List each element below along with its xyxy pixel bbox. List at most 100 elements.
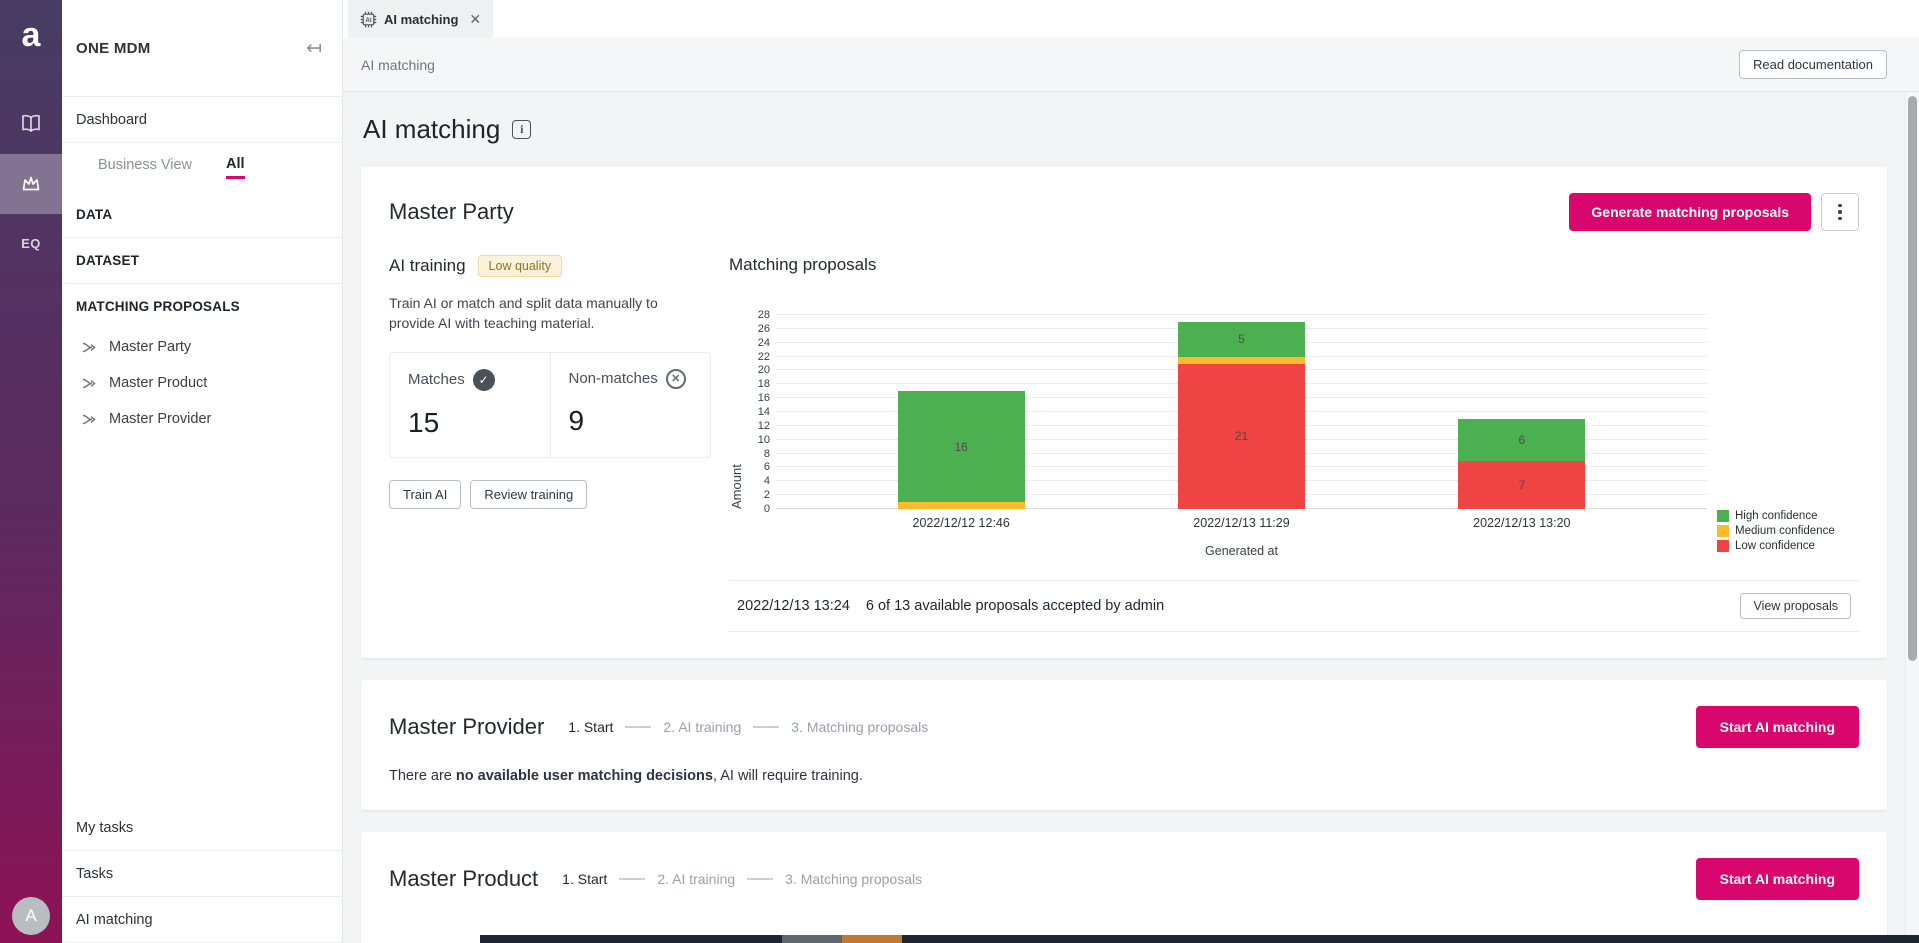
x-tick-label: 2022/12/12 12:46 bbox=[821, 516, 1101, 530]
y-axis-ticks: 0246810121416182022242628 bbox=[744, 315, 776, 509]
x-axis-ticks: 2022/12/12 12:462022/12/13 11:292022/12/… bbox=[776, 516, 1707, 530]
catalog-book-icon[interactable] bbox=[0, 94, 62, 154]
review-training-button[interactable]: Review training bbox=[470, 480, 587, 509]
message-suffix: , AI will require training. bbox=[713, 768, 863, 784]
legend-item: Low confidence bbox=[1717, 540, 1859, 552]
strip-segment-gray bbox=[782, 935, 842, 943]
ai-training-column: AI training Low quality Train AI or matc… bbox=[389, 255, 711, 632]
info-icon[interactable]: i bbox=[512, 120, 531, 139]
merge-arrow-icon bbox=[82, 340, 97, 355]
step-matching-proposals: 3. Matching proposals bbox=[791, 719, 928, 735]
non-matches-cell: Non-matches ✕ 9 bbox=[550, 353, 711, 457]
breadcrumb-bar: AI matching Read documentation bbox=[343, 38, 1919, 92]
product-stepper: 1. Start 2. AI training 3. Matching prop… bbox=[562, 871, 922, 887]
master-product-card: Master Product 1. Start 2. AI training 3… bbox=[361, 832, 1887, 943]
chart-legend: High confidence Medium confidence Low conf… bbox=[1707, 507, 1859, 552]
y-axis-label: Amount bbox=[729, 315, 744, 509]
sidebar-section-matching-proposals[interactable]: MATCHING PROPOSALS bbox=[62, 283, 342, 329]
matches-label: Matches bbox=[408, 371, 465, 388]
step-connector bbox=[753, 726, 779, 728]
sidebar-section-dataset[interactable]: DATASET bbox=[62, 237, 342, 283]
bottom-window-strip bbox=[480, 935, 1919, 943]
bar-slot: 215 bbox=[1101, 315, 1381, 509]
svg-text:AI: AI bbox=[365, 17, 371, 24]
app-title: ONE MDM bbox=[76, 40, 151, 57]
y-tick-label: 6 bbox=[764, 461, 770, 473]
message-bold: no available user matching decisions bbox=[456, 768, 713, 784]
bar-segment-medium-confidence bbox=[898, 502, 1025, 509]
stacked-bar[interactable]: 16 bbox=[898, 391, 1025, 509]
sidebar-item-dashboard[interactable]: Dashboard bbox=[62, 97, 342, 143]
legend-swatch bbox=[1717, 540, 1729, 552]
ai-training-heading-row: AI training Low quality bbox=[389, 255, 711, 277]
y-tick-label: 26 bbox=[758, 323, 770, 335]
sidebar-item-my-tasks[interactable]: My tasks bbox=[62, 805, 342, 851]
start-ai-matching-button-provider[interactable]: Start AI matching bbox=[1696, 706, 1859, 748]
sidebar-item-master-party[interactable]: Master Party bbox=[62, 329, 342, 365]
strip-segment-orange bbox=[842, 935, 902, 943]
app-root: a EQ A ONE MDM ↤ Dashboard bbox=[0, 0, 1919, 943]
matching-proposals-heading: Matching proposals bbox=[729, 255, 1859, 275]
view-proposals-button[interactable]: View proposals bbox=[1740, 593, 1851, 619]
proposal-timestamp: 2022/12/13 13:24 bbox=[737, 598, 850, 614]
page-title-row: AI matching i bbox=[363, 114, 1887, 145]
sidebar-section-data[interactable]: DATA bbox=[62, 191, 342, 237]
training-buttons: Train AI Review training bbox=[389, 480, 711, 509]
y-tick-label: 12 bbox=[758, 420, 770, 432]
tab-business-view[interactable]: Business View bbox=[98, 157, 192, 177]
y-tick-label: 22 bbox=[758, 351, 770, 363]
mdm-crown-icon[interactable] bbox=[0, 154, 62, 214]
tab-all[interactable]: All bbox=[226, 156, 245, 179]
legend-label: High confidence bbox=[1735, 510, 1817, 522]
app-logo[interactable]: a bbox=[22, 18, 41, 52]
legend-item: High confidence bbox=[1717, 510, 1859, 522]
start-ai-matching-button-product[interactable]: Start AI matching bbox=[1696, 858, 1859, 900]
tab-ai-matching[interactable]: AI AI matching ✕ bbox=[348, 0, 493, 38]
sidebar-item-ai-matching[interactable]: AI matching bbox=[62, 897, 342, 943]
sidebar-item-tasks[interactable]: Tasks bbox=[62, 851, 342, 897]
merge-arrow-icon bbox=[82, 376, 97, 391]
master-provider-title: Master Provider bbox=[389, 714, 544, 740]
non-matches-label-row: Non-matches ✕ bbox=[569, 369, 711, 389]
user-avatar[interactable]: A bbox=[12, 897, 50, 935]
y-tick-label: 0 bbox=[764, 503, 770, 515]
matches-label-row: Matches ✓ bbox=[408, 369, 550, 391]
collapse-sidebar-icon[interactable]: ↤ bbox=[306, 39, 322, 58]
y-tick-label: 4 bbox=[764, 475, 770, 487]
y-tick-label: 8 bbox=[764, 448, 770, 460]
master-party-title: Master Party bbox=[389, 199, 514, 225]
kebab-menu-button[interactable] bbox=[1821, 193, 1859, 231]
step-start: 1. Start bbox=[568, 719, 613, 735]
sidebar-item-master-product[interactable]: Master Product bbox=[62, 365, 342, 401]
scrollbar-thumb[interactable] bbox=[1908, 96, 1917, 661]
master-party-header: Master Party Generate matching proposals bbox=[389, 193, 1859, 231]
proposals-summary-row: 2022/12/13 13:24 6 of 13 available propo… bbox=[729, 580, 1859, 632]
stacked-bar[interactable]: 76 bbox=[1458, 419, 1585, 509]
step-start: 1. Start bbox=[562, 871, 607, 887]
data-browser-search-icon[interactable]: EQ bbox=[0, 214, 62, 274]
legend-label: Low confidence bbox=[1735, 540, 1815, 552]
sidebar-header: ONE MDM ↤ bbox=[62, 0, 342, 97]
tab-bar: AI AI matching ✕ bbox=[343, 0, 1919, 38]
master-party-actions: Generate matching proposals bbox=[1569, 193, 1859, 231]
proposals-chart: Amount 0246810121416182022242628 1621576… bbox=[729, 299, 1859, 558]
generate-matching-proposals-button[interactable]: Generate matching proposals bbox=[1569, 193, 1811, 231]
sidebar-item-master-provider[interactable]: Master Provider bbox=[62, 401, 342, 437]
y-tick-label: 18 bbox=[758, 378, 770, 390]
stacked-bar[interactable]: 215 bbox=[1178, 322, 1305, 509]
sidebar-view-tabs: Business View All bbox=[62, 143, 342, 191]
bar-segment-low-confidence: 21 bbox=[1178, 364, 1305, 510]
rail-icon-list: EQ bbox=[0, 94, 62, 274]
close-tab-icon[interactable]: ✕ bbox=[469, 11, 481, 28]
bar-slot: 16 bbox=[821, 315, 1101, 509]
plot-column: 16 215 76 2022/12/12 12:462022/12/13 11:29… bbox=[776, 299, 1707, 558]
train-ai-button[interactable]: Train AI bbox=[389, 480, 461, 509]
master-product-header: Master Product 1. Start 2. AI training 3… bbox=[389, 858, 1859, 900]
x-tick-label: 2022/12/13 13:20 bbox=[1382, 516, 1662, 530]
vertical-scrollbar[interactable] bbox=[1905, 93, 1919, 943]
read-documentation-button[interactable]: Read documentation bbox=[1739, 50, 1887, 79]
non-matches-value: 9 bbox=[569, 405, 711, 437]
main-area: AI AI matching ✕ AI matching Read docume… bbox=[343, 0, 1919, 943]
legend-label: Medium confidence bbox=[1735, 525, 1835, 537]
master-provider-header: Master Provider 1. Start 2. AI training … bbox=[389, 706, 1859, 748]
